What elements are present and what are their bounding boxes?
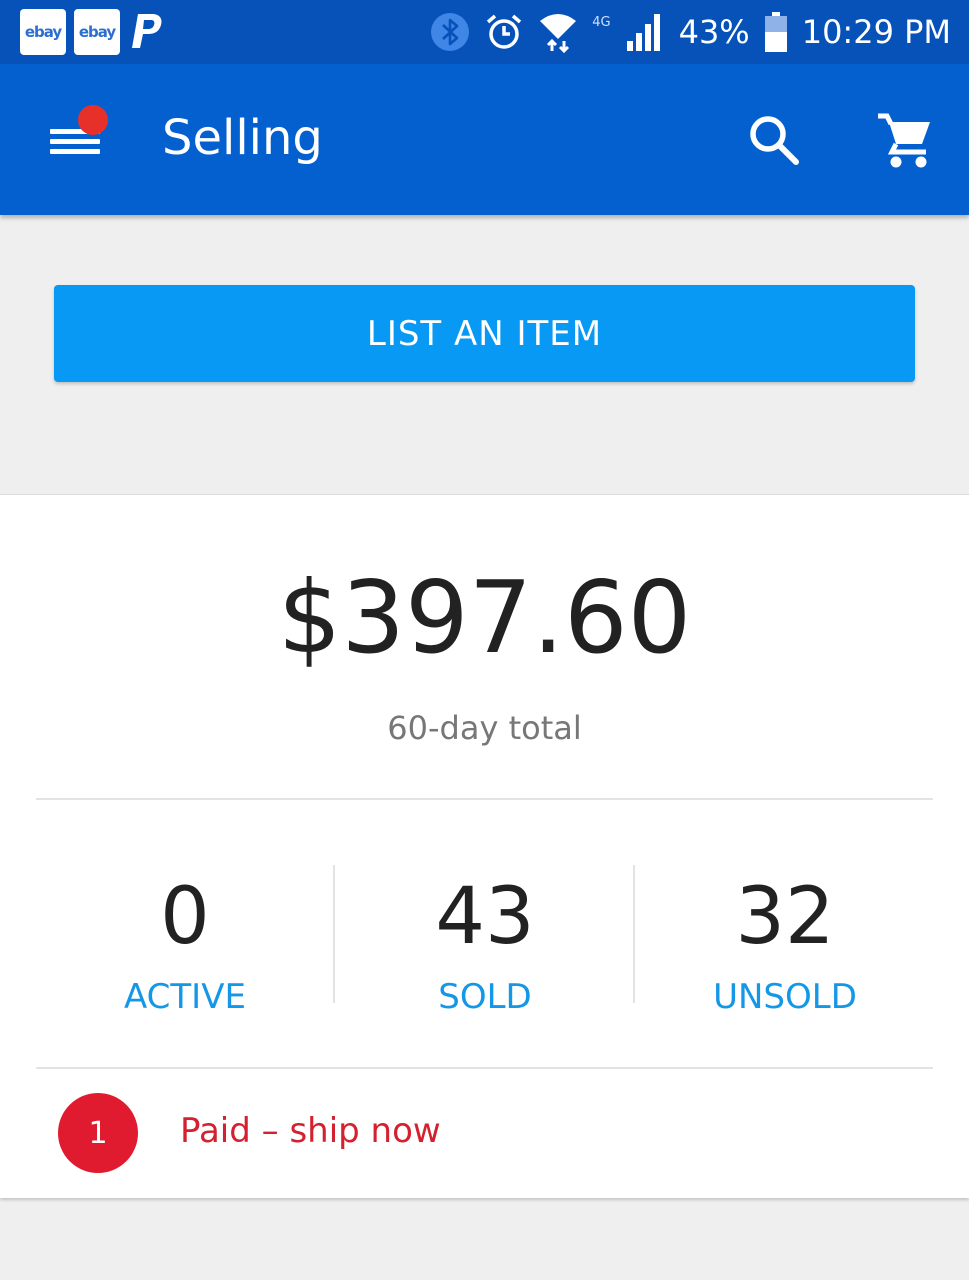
divider [36,1067,933,1069]
battery-percent: 43% [678,13,750,51]
stat-value: 0 [160,872,210,962]
stat-sold[interactable]: 43 SOLD [335,867,635,1017]
stat-value: 32 [735,872,835,962]
battery-icon [764,11,788,53]
notification-dot [78,105,108,135]
stat-value: 43 [435,872,535,962]
network-type: 4G [592,14,611,30]
ship-count-badge: 1 [58,1093,138,1173]
search-button[interactable] [746,112,802,168]
divider [36,798,933,800]
signal-icon [625,11,665,53]
ebay-notification-icon: ebay [20,9,66,55]
page-title: Selling [162,110,323,166]
ebay-notification-icon: ebay [74,9,120,55]
app-bar: Selling [0,64,969,215]
search-icon [750,116,799,165]
stat-active[interactable]: 0 ACTIVE [35,867,335,1017]
menu-button[interactable] [50,105,108,163]
list-an-item-button[interactable]: LIST AN ITEM [54,285,915,382]
stat-label: SOLD [438,977,532,1017]
ship-now-label: Paid – ship now [180,1111,441,1151]
alarm-icon [484,12,524,52]
cart-button[interactable] [876,112,934,170]
status-bar: ebay ebay 4G 43% 10:29 PM [0,0,969,64]
stat-label: UNSOLD [713,977,857,1017]
paypal-icon [128,9,168,55]
sales-total-amount: $397.60 [277,559,692,676]
clock: 10:29 PM [801,13,951,51]
bluetooth-icon [430,12,470,52]
notification-icons: ebay ebay [20,9,168,55]
stat-unsold[interactable]: 32 UNSOLD [635,867,935,1017]
sales-total-label: 60-day total [387,709,582,747]
cart-icon [878,113,930,168]
selling-summary-card: $397.60 60-day total 0 ACTIVE 43 SOLD 32… [0,494,969,1198]
stat-label: ACTIVE [124,977,246,1017]
wifi-icon [538,11,578,53]
system-indicators: 4G 43% 10:29 PM [430,8,951,56]
paid-ship-now-row[interactable]: 1 Paid – ship now [0,1093,969,1173]
